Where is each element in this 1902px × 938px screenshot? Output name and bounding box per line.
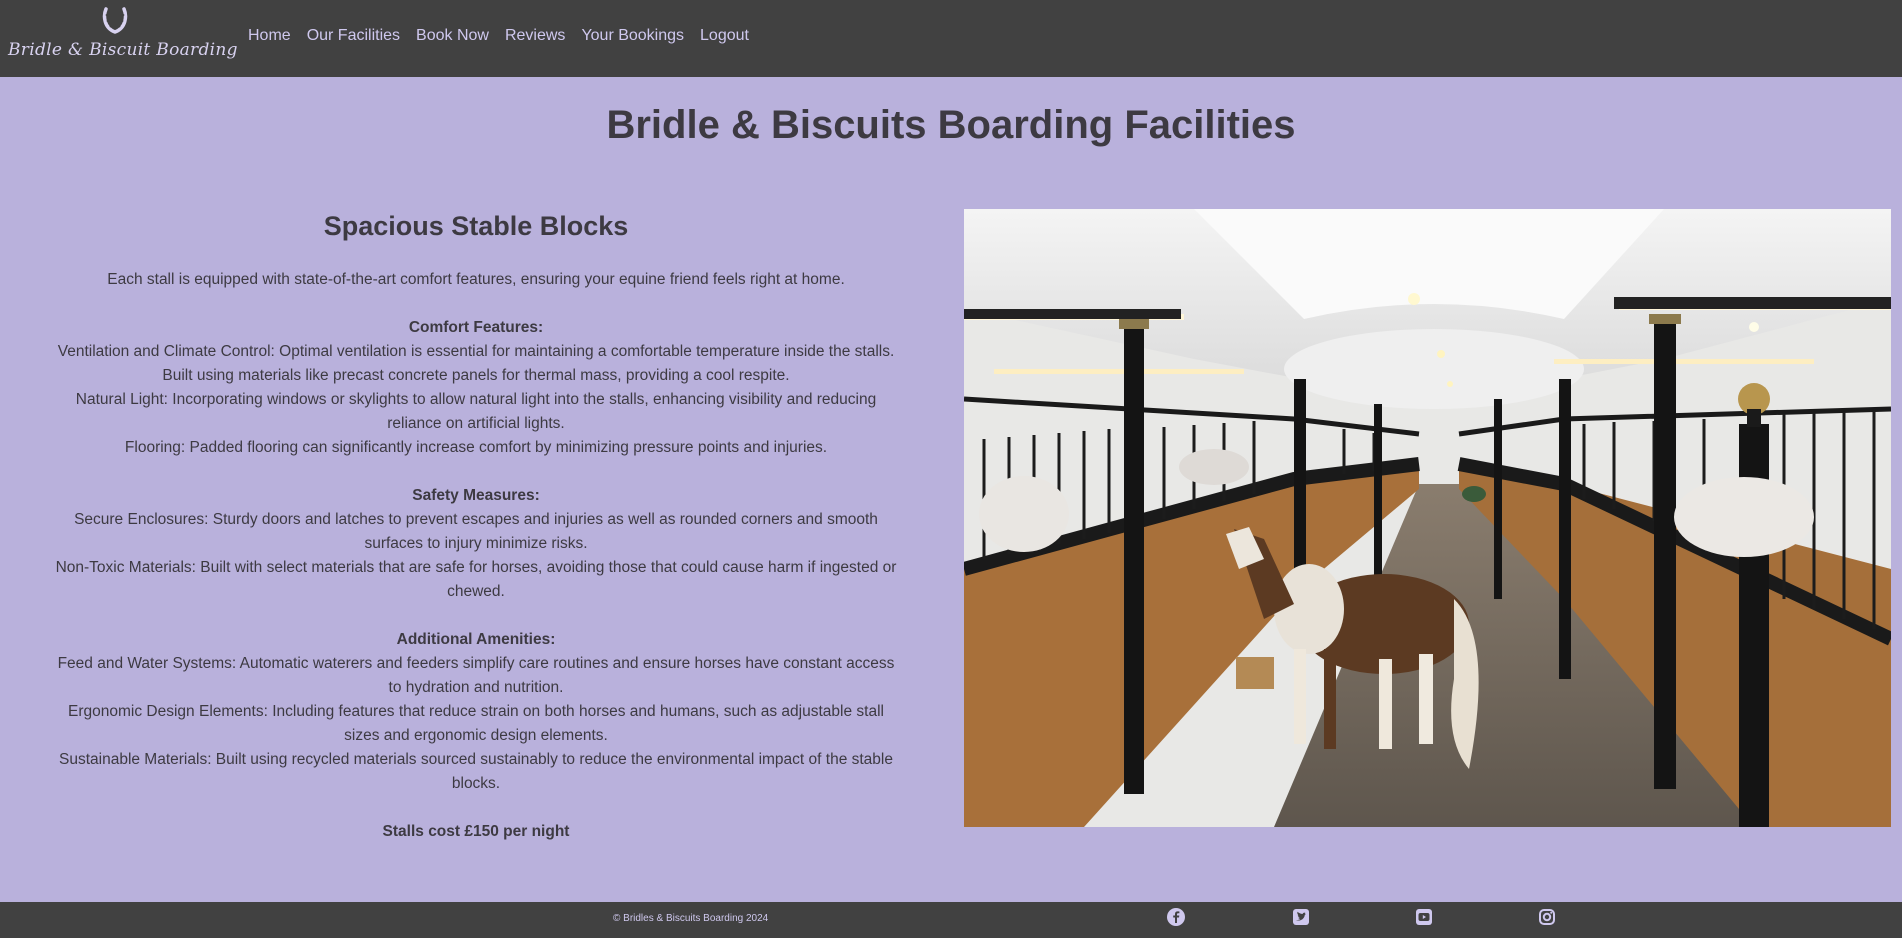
main-nav: Home Our Facilities Book Now Reviews You…	[248, 27, 765, 45]
nav-reviews[interactable]: Reviews	[505, 27, 565, 45]
stable-photo	[964, 209, 1891, 827]
additional-amenities: Additional Amenities: Feed and Water Sys…	[50, 628, 902, 796]
safety-measures: Safety Measures: Secure Enclosures: Stur…	[50, 484, 902, 604]
stable-illustration	[964, 209, 1891, 827]
price-text: Stalls cost £150 per night	[382, 823, 570, 840]
safety-item: Secure Enclosures: Sturdy doors and latc…	[74, 511, 878, 552]
page-title: Bridle & Biscuits Boarding Facilities	[606, 103, 1296, 147]
nav-book-now[interactable]: Book Now	[416, 27, 489, 45]
nav-your-bookings[interactable]: Your Bookings	[581, 27, 684, 45]
nav-our-facilities[interactable]: Our Facilities	[307, 27, 400, 45]
amenity-item: Sustainable Materials: Built using recyc…	[59, 751, 893, 792]
amenities-heading: Additional Amenities:	[396, 631, 556, 648]
footer: © Bridles & Biscuits Boarding 2024	[0, 902, 1902, 938]
comfort-features: Comfort Features: Ventilation and Climat…	[50, 316, 902, 460]
nav-logout[interactable]: Logout	[700, 27, 749, 45]
facebook-icon[interactable]	[1166, 907, 1186, 927]
intro-text: Each stall is equipped with state-of-the…	[107, 271, 845, 288]
comfort-item: Flooring: Padded flooring can significan…	[124, 439, 828, 456]
site-logo[interactable]: Bridle & Biscuit Boarding	[6, 4, 238, 64]
twitter-icon[interactable]	[1291, 907, 1311, 927]
facility-description: Spacious Stable Blocks Each stall is equ…	[50, 207, 902, 844]
navbar: Bridle & Biscuit Boarding Home Our Facil…	[0, 0, 1902, 77]
instagram-icon[interactable]	[1537, 907, 1557, 927]
amenity-item: Ergonomic Design Elements: Including fea…	[68, 703, 884, 744]
logo-text: Bridle & Biscuit Boarding	[8, 40, 238, 60]
safety-heading: Safety Measures:	[412, 487, 540, 504]
comfort-item: Natural Light: Incorporating windows or …	[75, 391, 877, 432]
nav-home[interactable]: Home	[248, 27, 291, 45]
safety-item: Non-Toxic Materials: Built with select m…	[55, 559, 897, 600]
youtube-icon[interactable]	[1414, 907, 1434, 927]
horseshoe-icon	[102, 7, 128, 34]
amenity-item: Feed and Water Systems: Automatic watere…	[57, 655, 895, 696]
comfort-item: Ventilation and Climate Control: Optimal…	[57, 343, 895, 384]
comfort-heading: Comfort Features:	[408, 319, 544, 336]
copyright-text: © Bridles & Biscuits Boarding 2024	[613, 913, 769, 924]
section-title: Spacious Stable Blocks	[323, 211, 629, 241]
